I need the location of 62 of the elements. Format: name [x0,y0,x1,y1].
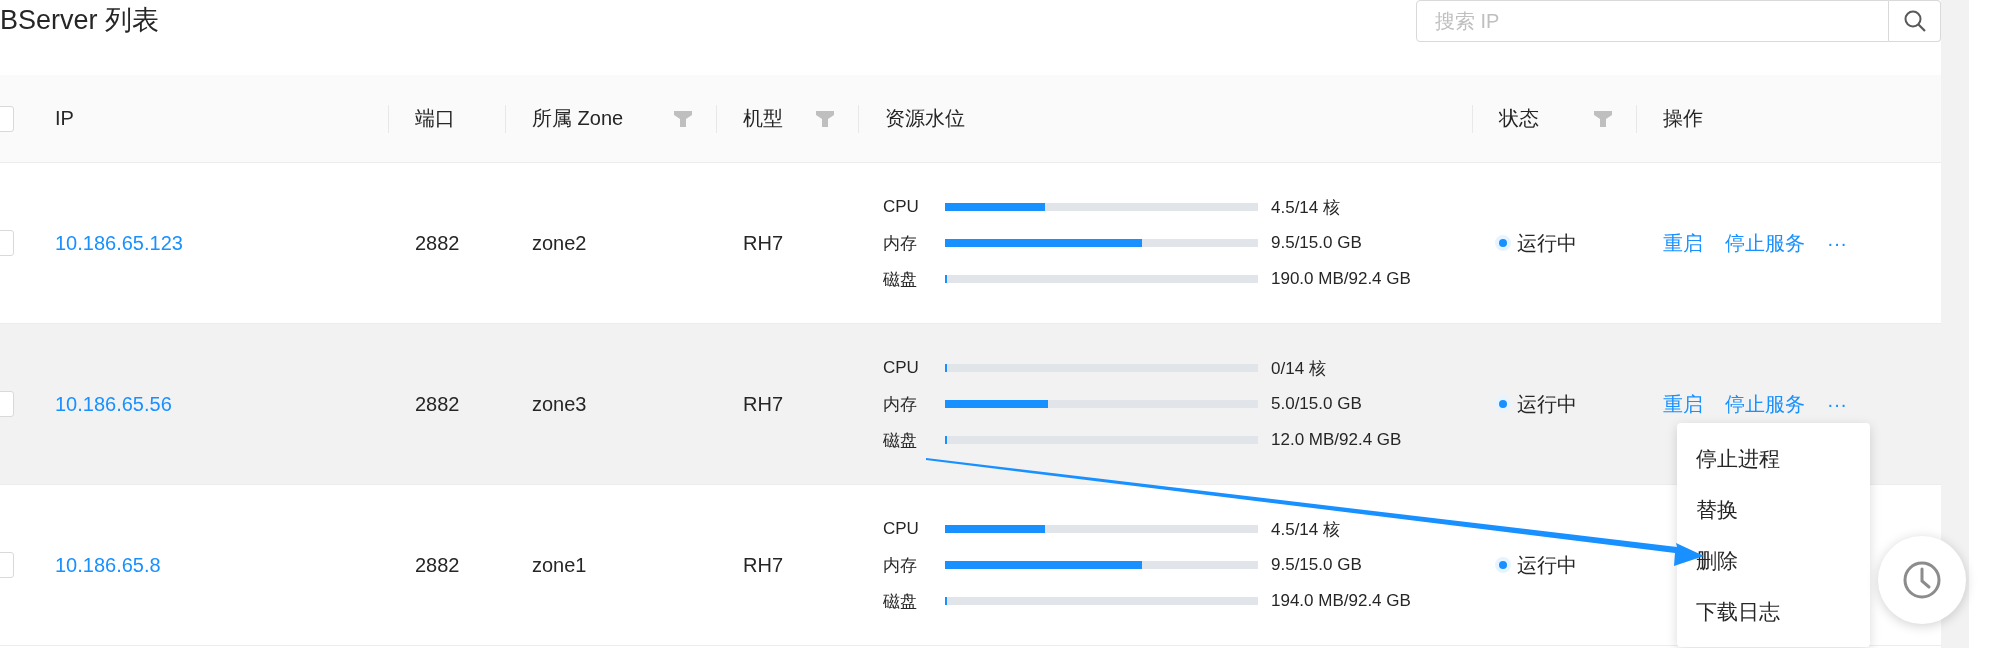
action-link[interactable]: 停止服务 [1725,390,1805,418]
resource-label: CPU [883,197,920,217]
resource-label: 内存 [883,393,918,416]
clock-button[interactable] [1878,536,1966,624]
status-dot [1499,239,1507,247]
menu-item[interactable]: 替换 [1677,484,1870,535]
usage-reading: 9.5/15.0 GB [1270,233,1363,253]
status-text: 运行中 [1517,230,1577,256]
action-link[interactable]: 停止服务 [1725,229,1805,257]
table-cell: RH7 [743,231,783,255]
resource-label: CPU [883,358,920,378]
usage-reading: 0/14 核 [1270,357,1327,380]
action-link[interactable]: ··· [1827,229,1847,257]
ip-link[interactable]: 10.186.65.8 [55,553,161,577]
action-link[interactable]: ··· [1827,390,1847,418]
usage-reading: 194.0 MB/92.4 GB [1270,591,1411,611]
usage-reading: 190.0 MB/92.4 GB [1270,269,1411,289]
ip-link[interactable]: 10.186.65.123 [55,231,183,255]
table-cell: zone3 [532,392,587,416]
column-header: 机型 [743,107,783,129]
menu-item[interactable]: 删除 [1677,535,1870,586]
column-header: 端口 [415,107,455,129]
search-button[interactable] [1889,0,1941,42]
usage-reading: 4.5/14 核 [1270,518,1341,541]
resource-label: 磁盘 [883,429,918,452]
search-field[interactable]: 搜索 IP [1416,0,1889,42]
column-header: 所属 Zone [532,107,624,129]
table-cell: 2882 [415,231,460,255]
menu-item[interactable]: 停止进程 [1677,433,1870,484]
filter-icon[interactable] [816,110,834,127]
table-cell: RH7 [743,553,783,577]
usage-reading: 4.5/14 核 [1270,196,1341,219]
ip-link[interactable]: 10.186.65.56 [55,392,172,416]
usage-reading: 5.0/15.0 GB [1270,394,1363,414]
usage-reading: 12.0 MB/92.4 GB [1270,430,1402,450]
resource-label: 内存 [883,554,918,577]
table-cell: 2882 [415,392,460,416]
status-dot [1499,400,1507,408]
resource-label: 内存 [883,232,918,255]
table-cell: zone2 [532,231,587,255]
filter-icon[interactable] [674,110,692,127]
usage-reading: 9.5/15.0 GB [1270,555,1363,575]
resource-label: 磁盘 [883,590,918,613]
column-header: 状态 [1499,107,1539,129]
column-header: IP [55,107,74,129]
resource-label: 磁盘 [883,268,918,291]
table-cell: zone1 [532,553,587,577]
column-header: 资源水位 [885,107,965,129]
column-header: 操作 [1663,107,1703,129]
action-link[interactable]: 重启 [1663,229,1703,257]
resource-label: CPU [883,519,920,539]
action-link[interactable]: 重启 [1663,390,1703,418]
menu-item[interactable]: 下载日志 [1677,586,1870,637]
search-icon [1902,9,1927,33]
status-text: 运行中 [1517,391,1577,417]
table-cell: 2882 [415,553,460,577]
page-title: BServer 列表 [0,4,160,37]
status-dot [1499,561,1507,569]
table-cell: RH7 [743,392,783,416]
clock-icon [1902,560,1942,600]
filter-icon[interactable] [1594,110,1612,127]
status-text: 运行中 [1517,552,1577,578]
